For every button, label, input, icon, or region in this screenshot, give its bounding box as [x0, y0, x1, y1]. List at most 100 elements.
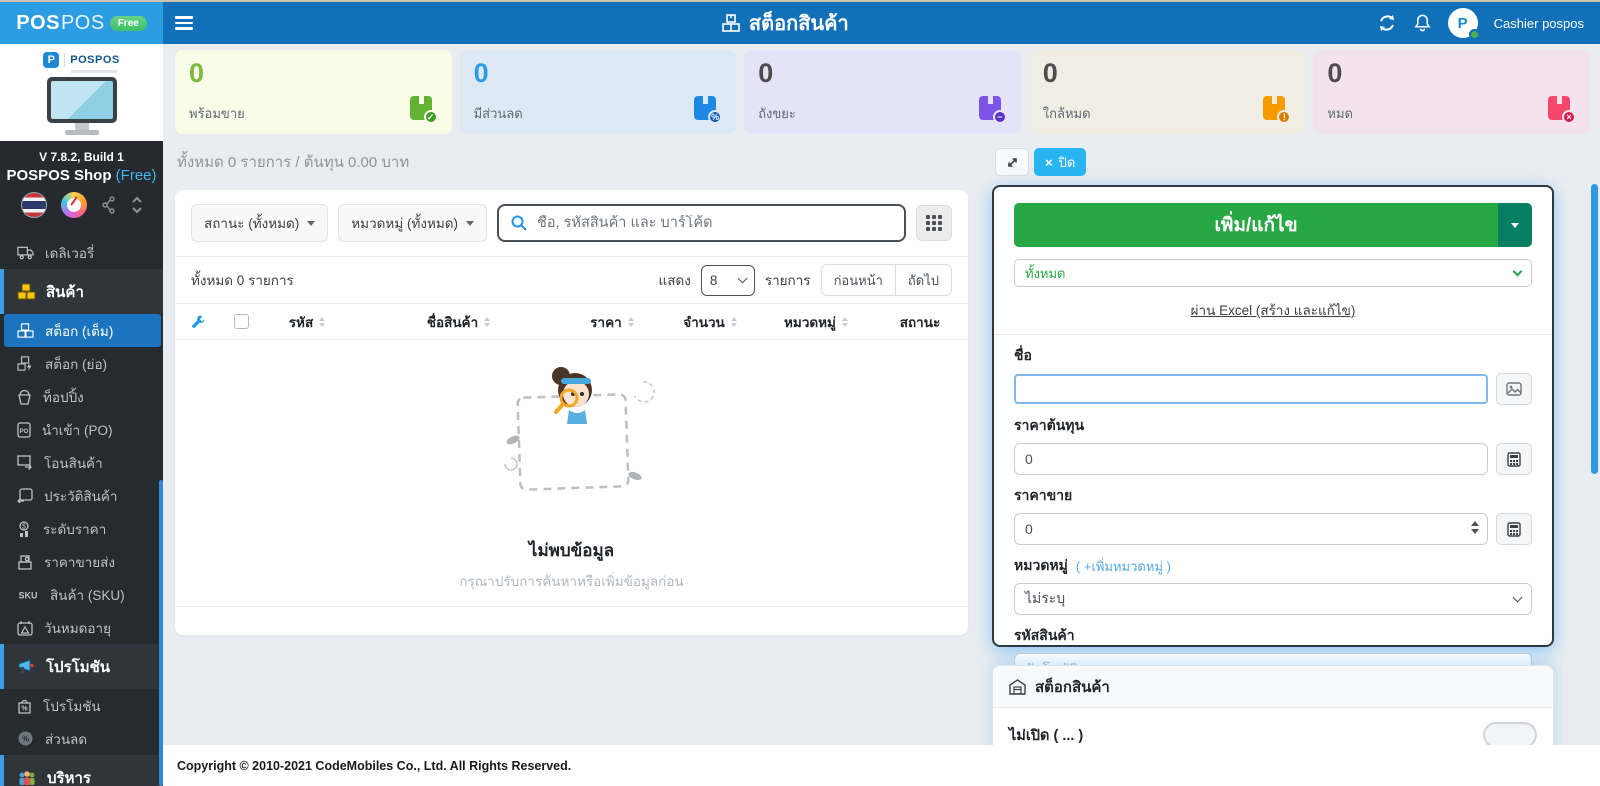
- online-status-dot: [1468, 29, 1480, 40]
- select-all-checkbox[interactable]: [233, 314, 249, 329]
- grid-view-button[interactable]: [916, 205, 952, 241]
- card-count: 0: [1327, 58, 1343, 88]
- sidebar-item-discount[interactable]: % ส่วนลด: [0, 722, 163, 755]
- price-input[interactable]: [1014, 513, 1488, 545]
- box-cross-icon: ×: [1546, 94, 1576, 124]
- column-name[interactable]: ชื่อสินค้า: [353, 311, 564, 333]
- version-band: V 7.8.2, Build 1 POSPOS Shop (Free): [0, 141, 163, 236]
- stock-panel-title: สต็อกสินค้า: [1035, 678, 1110, 696]
- number-spinner[interactable]: [1471, 521, 1479, 534]
- name-input[interactable]: [1014, 374, 1488, 404]
- close-panel-button[interactable]: × ปิด: [1034, 148, 1087, 176]
- box-warning-icon: !: [1261, 94, 1292, 124]
- network-icon[interactable]: [101, 196, 117, 214]
- card-label: ถังขยะ: [758, 106, 796, 121]
- sidebar-item-stock-lite[interactable]: สต็อก (ย่อ): [0, 347, 163, 380]
- expand-panel-button[interactable]: [995, 148, 1029, 176]
- sku-icon: SKU: [18, 590, 37, 600]
- sidebar-item-wholesale[interactable]: ราคาขายส่ง: [0, 545, 163, 578]
- sidebar-logo-card: P POSPOS: [0, 44, 163, 141]
- excel-import-link[interactable]: ผ่าน Excel (สร้าง และแก้ไข): [1014, 299, 1532, 321]
- column-price[interactable]: ราคา: [564, 311, 660, 333]
- prev-page-button[interactable]: ก่อนหน้า: [820, 264, 896, 296]
- page-size-select[interactable]: 8: [700, 264, 755, 296]
- bell-icon[interactable]: [1413, 13, 1432, 33]
- price-calculator-button[interactable]: [1496, 513, 1532, 545]
- speed-gauge-icon[interactable]: [60, 192, 87, 218]
- sidebar-item-history[interactable]: ประวัติสินค้า: [0, 479, 163, 512]
- column-code[interactable]: รหัส: [261, 311, 353, 333]
- truck-icon: [17, 246, 34, 259]
- sidebar-item-import-po[interactable]: PO นำเข้า (PO): [0, 413, 163, 446]
- hamburger-menu-icon[interactable]: [175, 13, 193, 33]
- card-count: 0: [473, 58, 489, 88]
- search-box: [497, 204, 906, 242]
- sidebar-item-transfer[interactable]: โอนสินค้า: [0, 446, 163, 479]
- cost-input[interactable]: [1014, 443, 1488, 475]
- card-discounted[interactable]: 0 มีส่วนลด %: [459, 50, 737, 134]
- brand-logo[interactable]: POS POS Free: [0, 2, 163, 44]
- logo-tagline: [70, 70, 117, 73]
- chevron-down-icon: [1512, 592, 1523, 602]
- settings-column[interactable]: [175, 314, 221, 329]
- user-name[interactable]: Cashier pospos: [1494, 16, 1584, 31]
- sidebar-section-promotion[interactable]: โปรโมชัน: [0, 644, 163, 689]
- sort-icon: [730, 316, 737, 327]
- category-select[interactable]: ไม่ระบุ: [1014, 583, 1532, 615]
- grid-icon: [926, 215, 942, 231]
- card-ready[interactable]: 0 พร้อมขาย ✓: [175, 50, 452, 134]
- empty-state: ไม่พบข้อมูล กรุณาปรับการค้นหาหรือเพิ่มข้…: [175, 340, 968, 607]
- sidebar-section-admin[interactable]: บริหาร: [0, 755, 163, 786]
- mode-select[interactable]: ทั้งหมด: [1014, 259, 1532, 287]
- copyright-text: Copyright © 2010-2021 CodeMobiles Co., L…: [177, 758, 572, 773]
- user-avatar[interactable]: P: [1447, 8, 1480, 40]
- thai-flag-icon[interactable]: [20, 192, 47, 218]
- empty-title: ไม่พบข้อมูล: [528, 541, 615, 560]
- history-icon: [17, 488, 33, 503]
- column-category[interactable]: หมวดหมู่: [760, 311, 872, 333]
- cost-calculator-button[interactable]: [1496, 443, 1532, 475]
- add-edit-button[interactable]: เพิ่ม/แก้ไข: [1014, 203, 1498, 247]
- page-scrollbar[interactable]: [1591, 184, 1598, 474]
- submit-split-button: เพิ่ม/แก้ไข: [1014, 203, 1532, 247]
- wrench-icon: [191, 315, 205, 328]
- submit-dropdown-toggle[interactable]: [1498, 203, 1532, 247]
- card-count: 0: [189, 58, 205, 88]
- status-cards: 0 พร้อมขาย ✓ 0 มีส่วนลด % 0 ถังขยะ − 0 ใ…: [175, 50, 1590, 134]
- sidebar-item-sku[interactable]: SKU สินค้า (SKU): [0, 578, 163, 611]
- sidebar-item-expiry[interactable]: วันหมดอายุ: [0, 611, 163, 644]
- search-input[interactable]: [537, 215, 892, 231]
- stock-toggle-row: ไม่เปิด ( ... ): [993, 708, 1553, 748]
- sidebar-section-products[interactable]: สินค้า: [0, 269, 163, 314]
- sidebar-item-promotion[interactable]: % โปรโมชัน: [0, 689, 163, 722]
- category-filter-dropdown[interactable]: หมวดหมู่ (ทั้งหมด): [338, 204, 488, 242]
- brand-text-bold: POS: [16, 11, 60, 34]
- sidebar-item-topping[interactable]: ท็อปปิ้ง: [0, 380, 163, 413]
- card-label: ใกล้หมด: [1042, 106, 1091, 121]
- price-level-icon: $: [19, 520, 29, 537]
- next-page-button[interactable]: ถัดไป: [895, 264, 952, 296]
- empty-illustration: [503, 367, 655, 491]
- column-quantity[interactable]: จำนวน: [660, 311, 760, 333]
- sidebar-item-stock-full[interactable]: สต็อก (เต็ม): [4, 314, 161, 347]
- add-edit-panel: เพิ่ม/แก้ไข ทั้งหมด ผ่าน Excel (สร้าง แล…: [992, 185, 1554, 685]
- sidebar-item-price-level[interactable]: $ ระดับราคา: [0, 512, 163, 545]
- add-category-link[interactable]: ( +เพิ่มหมวดหมู่ ): [1076, 556, 1171, 577]
- image-upload-button[interactable]: [1496, 373, 1532, 405]
- chevron-down-icon: [737, 273, 748, 283]
- promo-bag-icon: %: [18, 699, 31, 714]
- sidebar-item-delivery[interactable]: เดลิเวอรี่: [0, 236, 163, 269]
- brand-text-light: POS: [60, 11, 105, 34]
- card-trash[interactable]: 0 ถังขยะ −: [744, 50, 1021, 134]
- card-low-stock[interactable]: 0 ใกล้หมด !: [1028, 50, 1306, 134]
- status-filter-dropdown[interactable]: สถานะ (ทั้งหมด): [191, 204, 329, 242]
- pospos-logo-text: POSPOS: [70, 54, 120, 66]
- image-icon: [1506, 382, 1522, 396]
- cup-icon: [18, 389, 31, 405]
- main-area: 0 พร้อมขาย ✓ 0 มีส่วนลด % 0 ถังขยะ − 0 ใ…: [163, 44, 1600, 786]
- refresh-icon[interactable]: [1377, 13, 1397, 33]
- card-out-of-stock[interactable]: 0 หมด ×: [1313, 50, 1590, 134]
- box-minus-icon: −: [977, 94, 1007, 124]
- card-count: 0: [758, 58, 774, 88]
- collapse-chevrons-icon[interactable]: [131, 195, 143, 215]
